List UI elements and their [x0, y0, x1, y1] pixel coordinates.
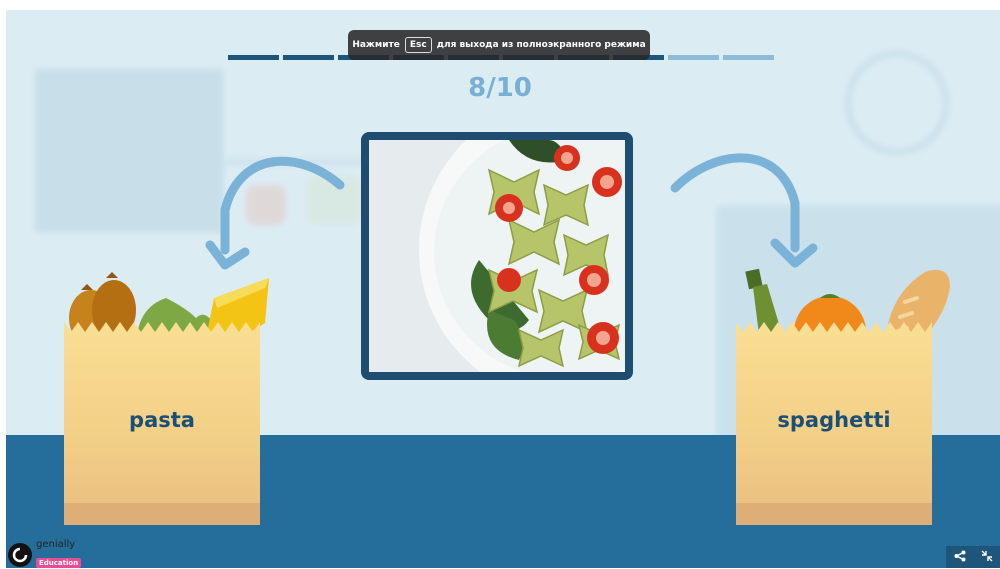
hint-text-after: для выхода из полноэкранного режима: [436, 40, 646, 50]
question-image-frame: [361, 132, 633, 380]
answer-label-pasta[interactable]: pasta: [64, 408, 260, 432]
answer-bag-right[interactable]: spaghetti: [736, 320, 932, 525]
education-badge: Education: [36, 558, 82, 568]
background-cabinet: [34, 68, 224, 233]
answer-bag-left[interactable]: pasta: [64, 320, 260, 525]
answer-label-spaghetti[interactable]: spaghetti: [736, 408, 932, 432]
progress-segment: [283, 55, 334, 60]
esc-key-badge: Esc: [404, 37, 432, 53]
farfalle-pasta-photo: [369, 140, 625, 372]
background-clock: [844, 50, 950, 156]
progress-segment: [723, 55, 774, 60]
progress-segment: [228, 55, 279, 60]
question-counter: 8/10: [468, 73, 532, 103]
genially-brand-name: genially: [36, 539, 76, 550]
genially-logo[interactable]: genially Education: [8, 539, 82, 569]
exit-fullscreen-icon[interactable]: [981, 550, 993, 565]
bag-bottom: [64, 503, 260, 525]
progress-segment: [668, 55, 719, 60]
fullscreen-exit-hint: Нажмите Esc для выхода из полноэкранного…: [348, 30, 650, 60]
bag-bottom: [736, 503, 932, 525]
genially-logo-icon: [8, 542, 32, 567]
share-icon[interactable]: [954, 550, 966, 565]
curved-arrow-right-icon: [670, 153, 818, 268]
curved-arrow-left-icon: [205, 156, 345, 270]
hint-text-before: Нажмите: [352, 40, 400, 50]
viewer-controls: [946, 546, 1000, 568]
